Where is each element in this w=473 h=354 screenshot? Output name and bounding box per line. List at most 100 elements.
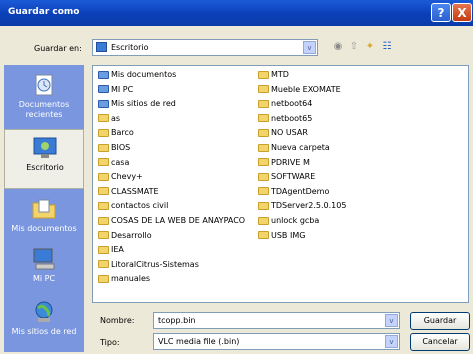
cancel-button[interactable]: Cancelar (410, 333, 470, 351)
folder-icon (98, 172, 109, 181)
file-list-item[interactable]: Nueva carpeta (258, 142, 330, 153)
file-list-item-name: PDRIVE M (271, 157, 310, 167)
network-places-icon (35, 301, 53, 322)
folder-icon (98, 245, 109, 254)
folder-icon (258, 70, 269, 79)
file-list-item[interactable]: netboot65 (258, 113, 312, 124)
file-list-item[interactable]: casa (98, 157, 129, 168)
folder-icon (258, 85, 269, 94)
place-recent-documents[interactable]: Documentos recientes (4, 67, 84, 127)
file-list-item[interactable]: PDRIVE M (258, 157, 310, 168)
file-list-item[interactable]: Mis documentos (98, 69, 176, 80)
folder-icon (98, 187, 109, 196)
file-list-item[interactable]: contactos civil (98, 200, 168, 211)
folder-icon (98, 231, 109, 240)
places-bar: Documentos recientes Escritorio Mis docu… (4, 65, 84, 352)
file-list-item[interactable]: TDServer2.5.0.105 (258, 200, 346, 211)
folder-icon (258, 231, 269, 240)
file-list-item[interactable]: LitoralCitrus-Sistemas (98, 259, 199, 270)
place-label-network: Mis sitios de red (11, 327, 77, 336)
views-menu-icon[interactable]: ☷ (380, 40, 394, 54)
file-list-item[interactable]: Chevy+ (98, 171, 143, 182)
file-list-item-name: SOFTWARE (271, 172, 316, 182)
file-list-item-name: netboot64 (271, 99, 313, 109)
system-folder-icon (98, 85, 109, 94)
file-list-item-name: contactos civil (111, 201, 169, 211)
folder-icon (98, 201, 109, 210)
file-list-item[interactable]: MI PC (98, 84, 133, 95)
file-list-item[interactable]: TDAgentDemo (258, 186, 329, 197)
folder-icon (258, 216, 269, 225)
place-label-desktop: Escritorio (26, 163, 64, 172)
file-list-item[interactable]: USB IMG (258, 230, 305, 241)
up-folder-icon[interactable]: ⇧ (347, 40, 361, 54)
my-computer-icon (33, 248, 55, 270)
file-list-item[interactable]: Mis sitios de red (98, 98, 176, 109)
file-list-item-name: manuales (111, 274, 151, 284)
folder-icon (258, 201, 269, 210)
file-list-item-name: TDServer2.5.0.105 (271, 201, 347, 211)
file-list-item-name: LitoralCitrus-Sistemas (111, 259, 199, 269)
back-icon[interactable]: ◉ (331, 40, 345, 54)
system-folder-icon (98, 99, 109, 108)
file-name-field[interactable]: tcopp.bin v (153, 312, 400, 329)
folder-icon (258, 172, 269, 181)
file-list-item[interactable]: BIOS (98, 142, 130, 153)
file-list-item-name: Desarrollo (111, 230, 152, 240)
folder-icon (258, 99, 269, 108)
folder-icon (258, 143, 269, 152)
help-button[interactable]: ? (431, 3, 451, 22)
file-list-item[interactable]: NO USAR (258, 127, 308, 138)
folder-icon (98, 143, 109, 152)
file-list-item-name: NO USAR (271, 128, 308, 138)
file-list-item-name: netboot65 (271, 113, 313, 123)
save-button[interactable]: Guardar (410, 312, 470, 330)
save-in-combo[interactable]: Escritorio v (92, 39, 318, 56)
chevron-down-icon[interactable]: v (385, 335, 398, 348)
file-list-item-name: Mis documentos (111, 70, 177, 79)
file-list-item-name: Mueble EXOMATE (271, 84, 341, 94)
folder-icon (258, 187, 269, 196)
file-list-item-name: Chevy+ (111, 172, 143, 182)
file-list-item[interactable]: Barco (98, 127, 134, 138)
file-list-item[interactable]: Desarrollo (98, 230, 152, 241)
folder-icon (98, 274, 109, 283)
chevron-down-icon[interactable]: v (385, 314, 398, 327)
folder-icon (258, 114, 269, 123)
file-list-item[interactable]: netboot64 (258, 98, 312, 109)
file-list-item[interactable]: CLASSMATE (98, 186, 159, 197)
place-my-computer[interactable]: Mi PC (4, 241, 84, 301)
chevron-down-icon[interactable]: v (303, 41, 316, 54)
folder-icon (98, 128, 109, 137)
file-list[interactable]: Mis documentos MI PC Mis sitios de red as Ba… (92, 65, 469, 303)
file-list-item-name: TDAgentDemo (271, 186, 330, 196)
folder-icon (98, 114, 109, 123)
file-list-item-name: unlock gcba (271, 216, 320, 225)
file-list-item-name: USB IMG (271, 230, 306, 240)
place-label-my-computer: Mi PC (32, 274, 56, 283)
file-list-item-name: Barco (111, 128, 134, 138)
place-network[interactable]: Mis sitios de red (4, 294, 84, 354)
file-list-item-name: as (111, 113, 121, 123)
save-in-label: Guardar en: (34, 44, 82, 53)
place-desktop[interactable]: Escritorio (4, 129, 84, 189)
folder-icon (98, 158, 109, 167)
file-list-item[interactable]: manuales (98, 273, 150, 284)
file-list-item[interactable]: Mueble EXOMATE (258, 84, 341, 95)
folder-icon (98, 260, 109, 269)
file-list-item[interactable]: IEA (98, 244, 124, 255)
file-list-item-name: MI PC (111, 84, 134, 94)
new-folder-icon[interactable]: ✦ (363, 40, 377, 54)
file-list-item[interactable]: SOFTWARE (258, 171, 315, 182)
file-list-item[interactable]: as (98, 113, 120, 124)
file-list-item[interactable]: COSAS DE LA WEB DE ANAYPACO (98, 215, 245, 226)
file-list-item[interactable]: unlock gcba (258, 215, 319, 226)
folder-icon (98, 216, 109, 225)
window-title: Guardar como (8, 7, 80, 17)
close-button[interactable]: X (452, 3, 472, 22)
file-type-select[interactable]: VLC media file (.bin) v (153, 333, 400, 350)
file-list-item[interactable]: MTD (258, 69, 289, 80)
recent-documents-icon (35, 74, 53, 96)
file-list-item-name: casa (111, 157, 130, 167)
file-list-item-name: Mis sitios de red (111, 99, 176, 109)
